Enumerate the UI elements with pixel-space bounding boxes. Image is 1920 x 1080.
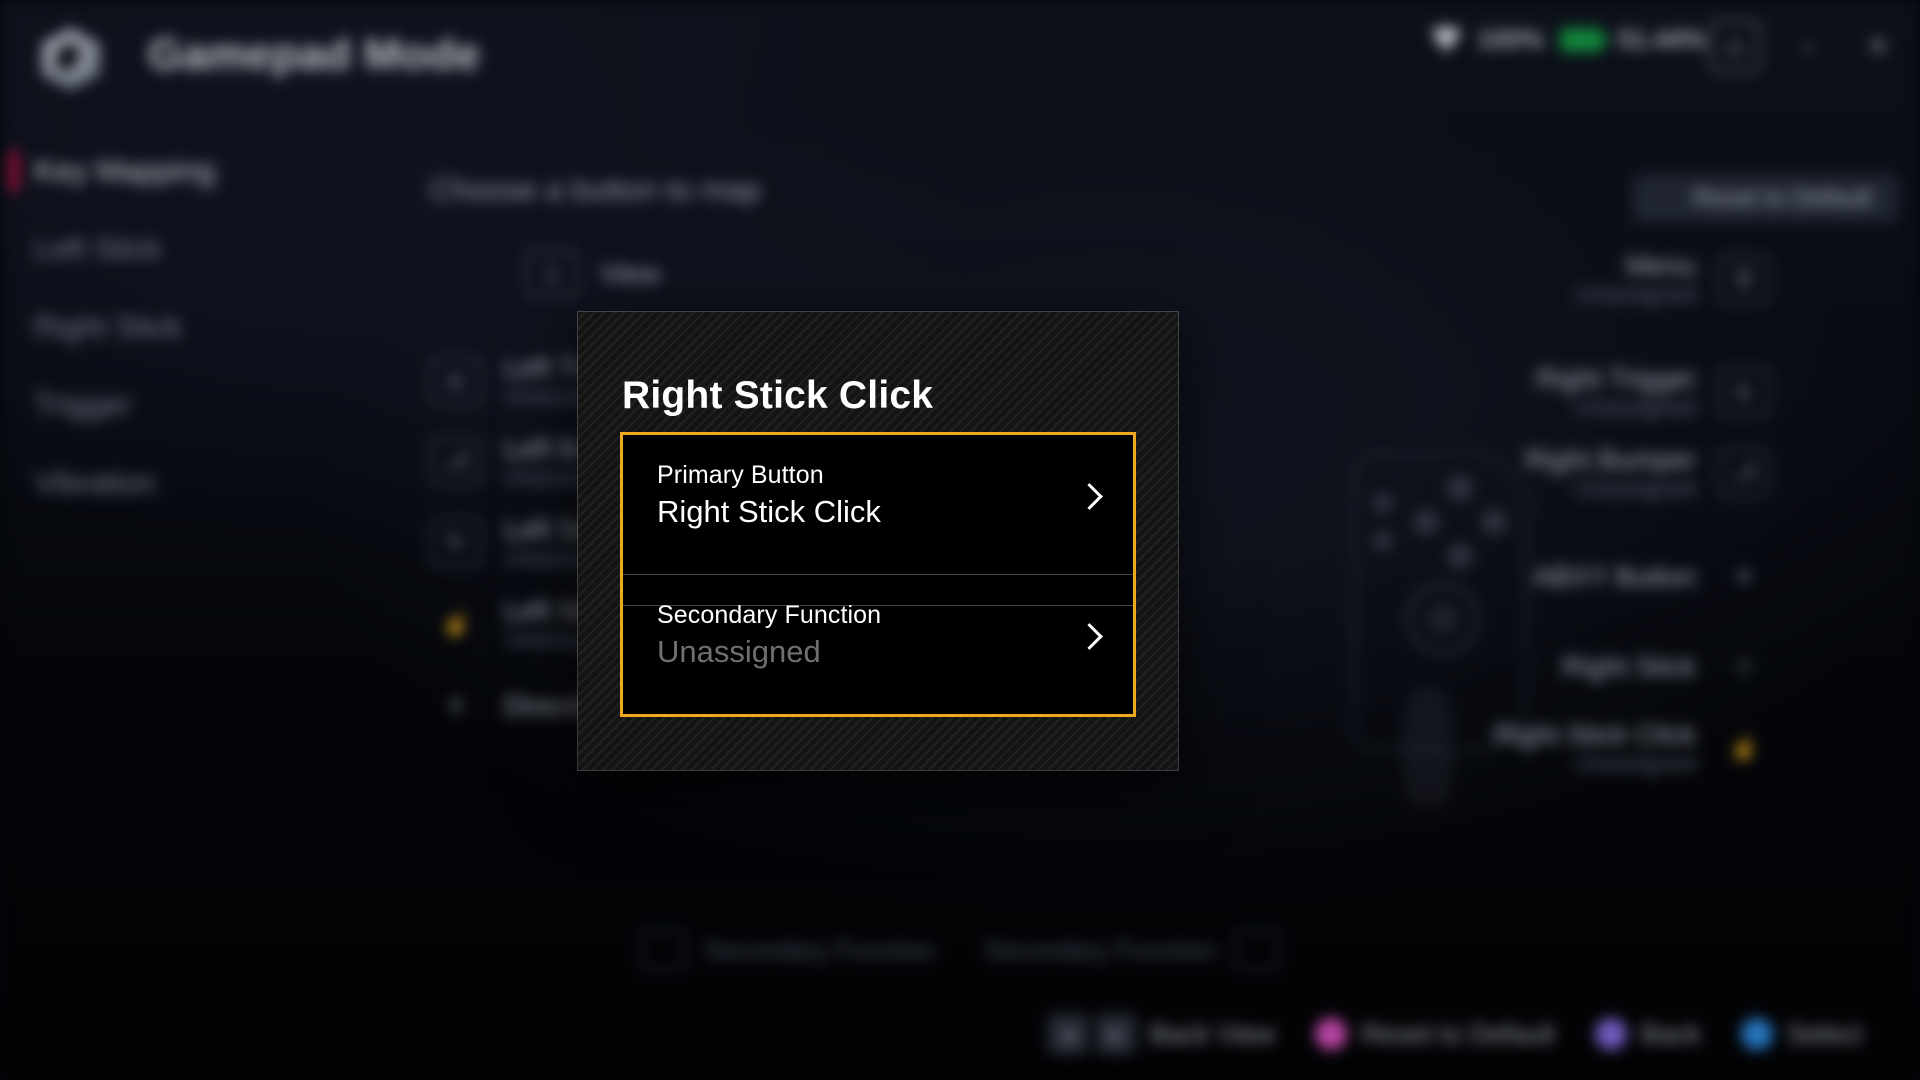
option-value: Right Stick Click xyxy=(657,494,881,529)
dialog-title: Right Stick Click xyxy=(622,374,934,417)
gamepad-mode-window: Gamepad Mode 100% 51.44% ☺ – ✕ Key Mappi… xyxy=(0,0,1920,1080)
right-stick-click-dialog: Right Stick Click Primary Button Right S… xyxy=(578,312,1178,770)
dialog-options-box: Primary Button Right Stick Click Seconda… xyxy=(620,432,1136,717)
primary-button-option[interactable]: Primary Button Right Stick Click xyxy=(623,435,1133,575)
option-label: Secondary Function xyxy=(657,601,882,629)
option-value: Unassigned xyxy=(657,634,821,669)
secondary-function-option[interactable]: Secondary Function Unassigned xyxy=(623,575,1133,715)
option-label: Primary Button xyxy=(657,461,824,489)
